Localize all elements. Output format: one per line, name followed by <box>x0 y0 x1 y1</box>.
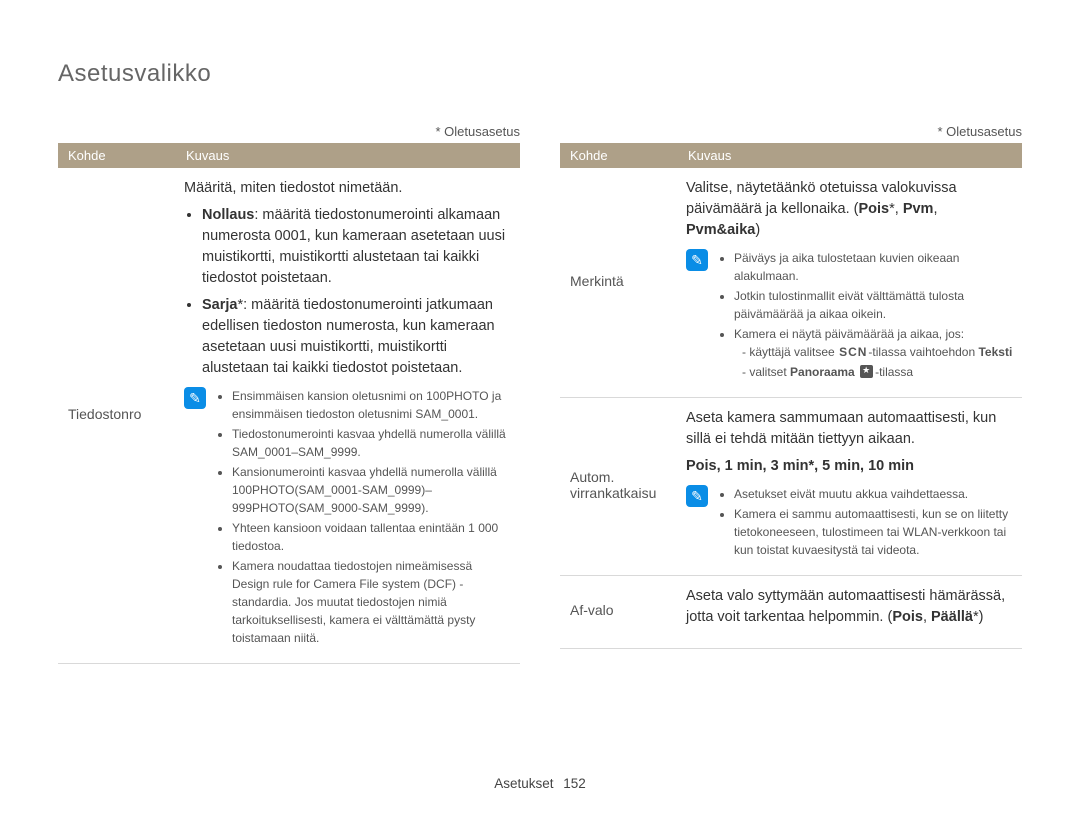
row-desc-merkinta: Valitse, näytetäänkö otetuissa valokuvis… <box>678 168 1022 398</box>
note-block: Ensimmäisen kansion oletusnimi on 100PHO… <box>184 387 512 649</box>
note-item: Kansionumerointi kasvaa yhdellä numeroll… <box>232 463 512 517</box>
table-row: Merkintä Valitse, näytetäänkö otetuissa … <box>560 168 1022 398</box>
note-item: Tiedostonumerointi kasvaa yhdellä numero… <box>232 425 512 461</box>
table-header-kuvaus: Kuvaus <box>678 143 1022 168</box>
note-icon <box>686 249 708 271</box>
intro-text: Aseta valo syttymään automaattisesti häm… <box>686 586 1014 628</box>
bold-teksti: Teksti <box>978 345 1012 359</box>
settings-table-right: Kohde Kuvaus Merkintä Valitse, näytetään… <box>560 143 1022 649</box>
text: *) <box>973 609 983 625</box>
bullet-sarja: Sarja*: määritä tiedostonumerointi jatku… <box>202 295 512 379</box>
note-item: Kamera noudattaa tiedostojen nimeämisess… <box>232 557 512 647</box>
text: , <box>933 201 937 217</box>
sub-note-item: käyttäjä valitsee SCN-tilassa vaihtoehdo… <box>742 343 1014 361</box>
footer-section: Asetukset <box>494 776 553 791</box>
row-label-autom-virrankatkaisu: Autom. virrankatkaisu <box>560 398 678 576</box>
footer-page-number: 152 <box>563 776 586 791</box>
text: -tilassa <box>875 365 913 379</box>
row-desc-autom-virrankatkaisu: Aseta kamera sammumaan automaattisesti, … <box>678 398 1022 576</box>
text: *, <box>889 201 903 217</box>
table-row: Tiedostonro Määritä, miten tiedostot nim… <box>58 168 520 664</box>
note-item: Ensimmäisen kansion oletusnimi on 100PHO… <box>232 387 512 423</box>
table-header-kuvaus: Kuvaus <box>176 143 520 168</box>
text: käyttäjä valitsee <box>749 345 838 359</box>
options-bold: Pois, 1 min, 3 min*, 5 min, 10 min <box>686 458 914 474</box>
text: , <box>923 609 931 625</box>
right-column: * Oletusasetus Kohde Kuvaus Merkintä Val… <box>560 124 1022 664</box>
bold-nollaus: Nollaus <box>202 207 254 223</box>
table-row: Af-valo Aseta valo syttymään automaattis… <box>560 576 1022 649</box>
table-header-kohde: Kohde <box>560 143 678 168</box>
default-label-right: * Oletusasetus <box>560 124 1022 139</box>
note-block: Asetukset eivät muutu akkua vaihdettaess… <box>686 485 1014 561</box>
option-paalla: Päällä <box>931 609 973 625</box>
mode-scn: SCN <box>839 343 867 361</box>
page-footer: Asetukset 152 <box>0 776 1080 791</box>
note-item: Kamera ei sammu automaattisesti, kun se … <box>734 505 1014 559</box>
table-header-kohde: Kohde <box>58 143 176 168</box>
note-item: Asetukset eivät muutu akkua vaihdettaess… <box>734 485 1014 503</box>
option-pvmaika: Pvm&aika <box>686 222 755 238</box>
note-item: Kamera ei näytä päivämäärää ja aikaa, jo… <box>734 325 1014 381</box>
options-line: Pois, 1 min, 3 min*, 5 min, 10 min <box>686 456 1014 477</box>
row-desc-tiedostonro: Määritä, miten tiedostot nimetään. Nolla… <box>176 168 520 664</box>
note-icon <box>686 485 708 507</box>
intro-text: Valitse, näytetäänkö otetuissa valokuvis… <box>686 178 1014 241</box>
note-item: Jotkin tulostinmallit eivät välttämättä … <box>734 287 1014 323</box>
text: Kamera ei näytä päivämäärää ja aikaa, jo… <box>734 327 964 341</box>
option-pois: Pois <box>858 201 889 217</box>
sub-note-item: valitset Panoraama -tilassa <box>742 363 1014 381</box>
row-label-af-valo: Af-valo <box>560 576 678 649</box>
option-pois: Pois <box>892 609 923 625</box>
page-title: Asetusvalikko <box>58 60 1022 88</box>
panorama-icon <box>860 365 873 378</box>
note-icon <box>184 387 206 409</box>
option-pvm: Pvm <box>903 201 934 217</box>
note-list: Päiväys ja aika tulostetaan kuvien oikea… <box>718 249 1014 383</box>
settings-table-left: Kohde Kuvaus Tiedostonro Määritä, miten … <box>58 143 520 664</box>
note-list: Asetukset eivät muutu akkua vaihdettaess… <box>718 485 1014 561</box>
text: -tilassa vaihtoehdon <box>868 345 978 359</box>
default-label-left: * Oletusasetus <box>58 124 520 139</box>
text: ) <box>755 222 760 238</box>
table-row: Autom. virrankatkaisu Aseta kamera sammu… <box>560 398 1022 576</box>
two-column-layout: * Oletusasetus Kohde Kuvaus Tiedostonro … <box>58 124 1022 664</box>
row-label-merkinta: Merkintä <box>560 168 678 398</box>
text: valitset <box>749 365 790 379</box>
note-item: Yhteen kansioon voidaan tallentaa enintä… <box>232 519 512 555</box>
intro-text: Määritä, miten tiedostot nimetään. <box>184 178 512 199</box>
row-label-tiedostonro: Tiedostonro <box>58 168 176 664</box>
bullet-nollaus: Nollaus: määritä tiedostonumerointi alka… <box>202 205 512 289</box>
bold-sarja: Sarja <box>202 297 237 313</box>
bold-panoraama: Panoraama <box>790 365 858 379</box>
note-list: Ensimmäisen kansion oletusnimi on 100PHO… <box>216 387 512 649</box>
note-block: Päiväys ja aika tulostetaan kuvien oikea… <box>686 249 1014 383</box>
left-column: * Oletusasetus Kohde Kuvaus Tiedostonro … <box>58 124 520 664</box>
row-desc-af-valo: Aseta valo syttymään automaattisesti häm… <box>678 576 1022 649</box>
text: *: määritä tiedostonumerointi jatkumaan … <box>202 297 495 376</box>
note-item: Päiväys ja aika tulostetaan kuvien oikea… <box>734 249 1014 285</box>
intro-text: Aseta kamera sammumaan automaattisesti, … <box>686 408 1014 450</box>
